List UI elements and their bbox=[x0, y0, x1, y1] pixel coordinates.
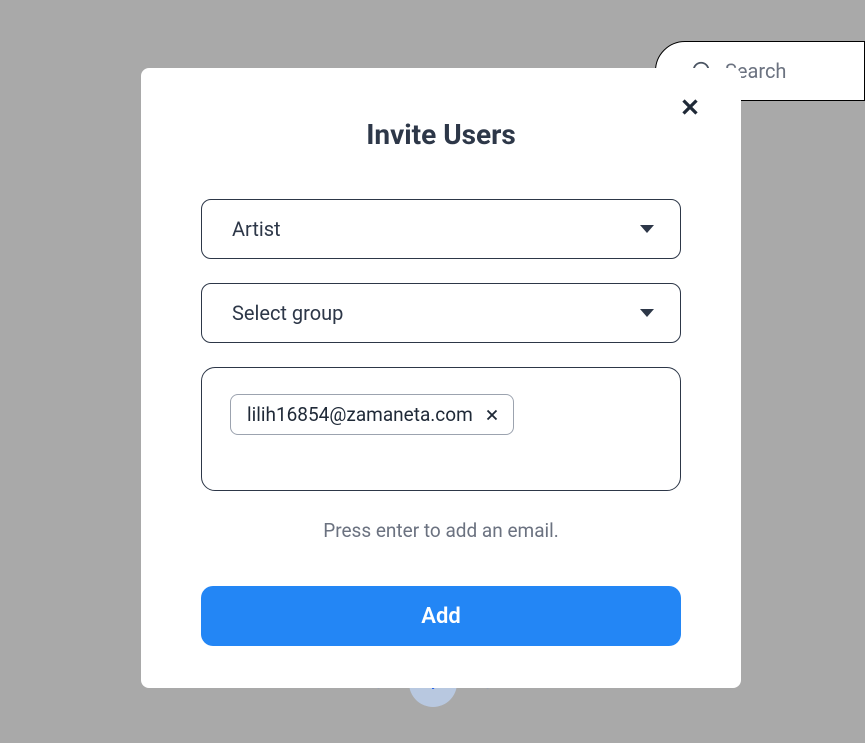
email-hint: Press enter to add an email. bbox=[201, 519, 681, 542]
remove-chip-icon[interactable] bbox=[483, 406, 501, 424]
group-select[interactable]: Select group bbox=[201, 283, 681, 343]
search-input[interactable] bbox=[725, 59, 845, 83]
role-select[interactable]: Artist bbox=[201, 199, 681, 259]
email-input-container[interactable]: lilih16854@zamaneta.com bbox=[201, 367, 681, 491]
invite-users-modal: Invite Users Artist Select group lilih16… bbox=[141, 68, 741, 688]
email-chip-address: lilih16854@zamaneta.com bbox=[247, 403, 473, 426]
chevron-down-icon bbox=[640, 225, 654, 233]
group-select-value: Select group bbox=[232, 301, 343, 325]
role-select-value: Artist bbox=[232, 217, 281, 241]
chevron-down-icon bbox=[640, 309, 654, 317]
modal-title: Invite Users bbox=[201, 118, 681, 151]
email-chip: lilih16854@zamaneta.com bbox=[230, 394, 514, 435]
close-icon[interactable] bbox=[677, 94, 703, 120]
add-button[interactable]: Add bbox=[201, 586, 681, 646]
